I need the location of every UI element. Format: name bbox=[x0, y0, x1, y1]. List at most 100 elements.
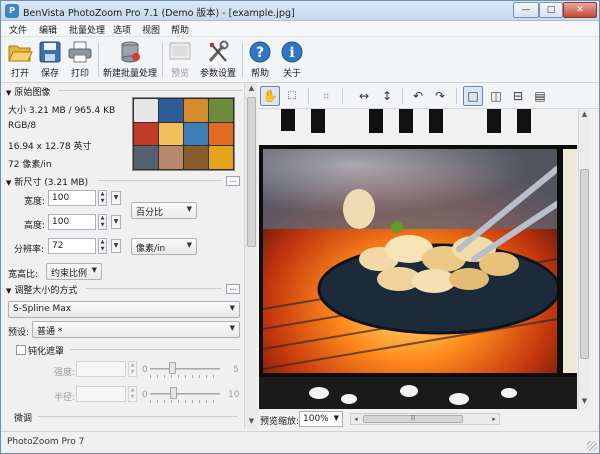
open-label: 打开 bbox=[10, 69, 29, 79]
svg-text:i: i bbox=[289, 45, 294, 61]
original-section-header[interactable]: ▼ 原始图像 bbox=[6, 85, 50, 98]
resolution-dropdown-button[interactable]: ▼ bbox=[111, 239, 121, 253]
marquee-select-button[interactable]: ⬚ bbox=[282, 86, 302, 106]
toolbar-separator bbox=[162, 43, 163, 77]
toolbar-separator bbox=[456, 88, 457, 104]
side-by-side-view-button[interactable]: ⊟ bbox=[508, 86, 528, 106]
new-batch-button[interactable]: 新建批量处理 bbox=[101, 40, 159, 79]
split-pane-icon: ◫ bbox=[490, 89, 502, 103]
menu-help[interactable]: 帮助 bbox=[171, 23, 189, 36]
resize-method-more-button[interactable]: ... bbox=[226, 284, 240, 294]
hand-tool-button[interactable]: ✋ bbox=[260, 86, 280, 106]
new-batch-label: 新建批量处理 bbox=[102, 69, 157, 79]
width-dropdown-button[interactable]: ▼ bbox=[111, 191, 121, 205]
resolution-unit-select[interactable]: 像素/in ▼ bbox=[131, 238, 197, 255]
unsharp-mask-checkbox[interactable] bbox=[16, 345, 26, 355]
printer-icon bbox=[68, 41, 92, 63]
maximize-button[interactable]: □ bbox=[539, 2, 563, 18]
open-button[interactable]: 打开 bbox=[5, 40, 35, 79]
scrollbar-thumb[interactable] bbox=[580, 169, 589, 359]
app-window: P BenVista PhotoZoom Pro 7.1 (Demo 版本) -… bbox=[0, 0, 600, 454]
resize-grip-icon[interactable] bbox=[587, 441, 597, 451]
preview-label: 预览 bbox=[170, 69, 189, 79]
original-resolution-text: 72 像素/in bbox=[8, 160, 52, 170]
single-view-button[interactable]: □ bbox=[463, 86, 483, 106]
minimize-button[interactable]: — bbox=[513, 2, 539, 18]
radius-spin-stepper[interactable]: ▲ ▼ bbox=[128, 386, 137, 402]
width-input[interactable]: 100 bbox=[48, 190, 96, 206]
window-title: BenVista PhotoZoom Pro 7.1 (Demo 版本) - [… bbox=[23, 8, 295, 19]
height-spin-stepper[interactable]: ▲ ▼ bbox=[98, 214, 107, 230]
menu-file[interactable]: 文件 bbox=[9, 23, 27, 36]
top-bottom-view-button[interactable]: ▤ bbox=[530, 86, 550, 106]
menu-edit[interactable]: 编辑 bbox=[39, 23, 57, 36]
rotate-left-button[interactable]: ↶ bbox=[408, 86, 428, 106]
help-button[interactable]: ? 帮助 bbox=[245, 40, 275, 79]
flip-horizontal-button[interactable]: ↔ bbox=[354, 86, 374, 106]
single-pane-icon: □ bbox=[467, 89, 479, 103]
flip-vertical-button[interactable]: ↕ bbox=[377, 86, 397, 106]
radius-slider-track[interactable] bbox=[150, 393, 220, 395]
scrollbar-thumb[interactable]: ||| bbox=[363, 415, 463, 423]
preview-zoom-select[interactable]: 100% ▼ bbox=[299, 411, 343, 427]
split-compare-view-button[interactable]: ◫ bbox=[486, 86, 506, 106]
section-divider bbox=[98, 180, 222, 181]
scroll-up-arrow-icon[interactable]: ▲ bbox=[247, 84, 256, 92]
radius-slider-thumb[interactable] bbox=[170, 387, 177, 399]
scroll-up-arrow-icon[interactable]: ▲ bbox=[579, 110, 590, 118]
print-button[interactable]: 打印 bbox=[65, 40, 95, 79]
new-size-more-button[interactable]: ... bbox=[226, 176, 240, 186]
info-icon: i bbox=[281, 41, 303, 63]
width-spin-stepper[interactable]: ▲ ▼ bbox=[98, 190, 107, 206]
scroll-left-arrow-icon[interactable]: ◂ bbox=[351, 414, 361, 424]
image-thumbnail bbox=[132, 97, 235, 171]
menu-options[interactable]: 选项 bbox=[113, 23, 131, 36]
help-label: 帮助 bbox=[250, 69, 269, 79]
preview-bottom-bar: 预览缩放: 100% ▼ ◂ ||| ▸ bbox=[258, 409, 599, 429]
resize-method-section-header[interactable]: ▼ 调整大小的方式 bbox=[6, 283, 77, 296]
new-size-section-header[interactable]: ▼ 新尺寸 (3.21 MB) bbox=[6, 175, 88, 188]
scroll-right-arrow-icon[interactable]: ▸ bbox=[489, 414, 499, 424]
size-unit-select[interactable]: 百分比 ▼ bbox=[131, 202, 197, 219]
wrench-screwdriver-icon bbox=[208, 40, 229, 62]
close-button[interactable]: ✕ bbox=[563, 2, 597, 18]
dark-pattern-photo bbox=[259, 377, 577, 409]
scrollbar-thumb[interactable] bbox=[247, 97, 256, 247]
photozoom-app-icon[interactable]: P bbox=[5, 4, 19, 18]
aspect-ratio-select[interactable]: 约束比例 ▼ bbox=[46, 263, 102, 280]
preview-horizontal-scrollbar[interactable]: ◂ ||| ▸ bbox=[350, 413, 500, 425]
settings-button[interactable]: 参数设置 bbox=[197, 40, 239, 79]
resize-method-select[interactable]: S-Spline Max ▼ bbox=[8, 301, 240, 318]
chevron-down-icon: ▼ bbox=[91, 266, 97, 274]
rotate-right-button[interactable]: ↷ bbox=[430, 86, 450, 106]
resolution-spin-stepper[interactable]: ▲ ▼ bbox=[98, 238, 107, 254]
folder-open-icon bbox=[8, 45, 33, 62]
height-dropdown-button[interactable]: ▼ bbox=[111, 215, 121, 229]
finetune-section-title[interactable]: 微调 bbox=[14, 411, 32, 424]
menu-view[interactable]: 视图 bbox=[142, 23, 160, 36]
preset-select[interactable]: 普通 * ▼ bbox=[32, 321, 240, 338]
resolution-input[interactable]: 72 bbox=[48, 238, 96, 254]
strength-slider-thumb[interactable] bbox=[169, 362, 176, 374]
height-input[interactable]: 100 bbox=[48, 214, 96, 230]
save-button[interactable]: 保存 bbox=[35, 40, 65, 79]
menu-batch[interactable]: 批量处理 bbox=[69, 23, 105, 36]
scroll-down-arrow-icon[interactable]: ▼ bbox=[247, 417, 256, 425]
preview-vertical-scrollbar[interactable]: ▲ ▼ bbox=[578, 109, 590, 409]
strength-input[interactable] bbox=[76, 361, 126, 377]
strength-slider-track[interactable] bbox=[150, 368, 220, 370]
crop-button[interactable]: ⌗ bbox=[316, 86, 336, 106]
radius-input[interactable] bbox=[76, 386, 126, 402]
collapse-triangle-icon: ▼ bbox=[6, 287, 12, 295]
strength-max-label: 5 bbox=[233, 365, 239, 375]
preview-button[interactable]: 预览 bbox=[165, 40, 195, 79]
preview-zoom-label: 预览缩放: bbox=[260, 417, 300, 427]
scroll-down-arrow-icon[interactable]: ▼ bbox=[579, 397, 590, 405]
about-button[interactable]: i 关于 bbox=[277, 40, 307, 79]
chevron-down-icon: ▼ bbox=[333, 414, 339, 422]
preview-canvas[interactable] bbox=[259, 109, 577, 409]
section-divider bbox=[70, 349, 240, 350]
settings-panel-scrollbar[interactable]: ▲ ▼ bbox=[244, 83, 257, 429]
settings-label: 参数设置 bbox=[199, 69, 236, 79]
strength-spin-stepper[interactable]: ▲ ▼ bbox=[128, 361, 137, 377]
